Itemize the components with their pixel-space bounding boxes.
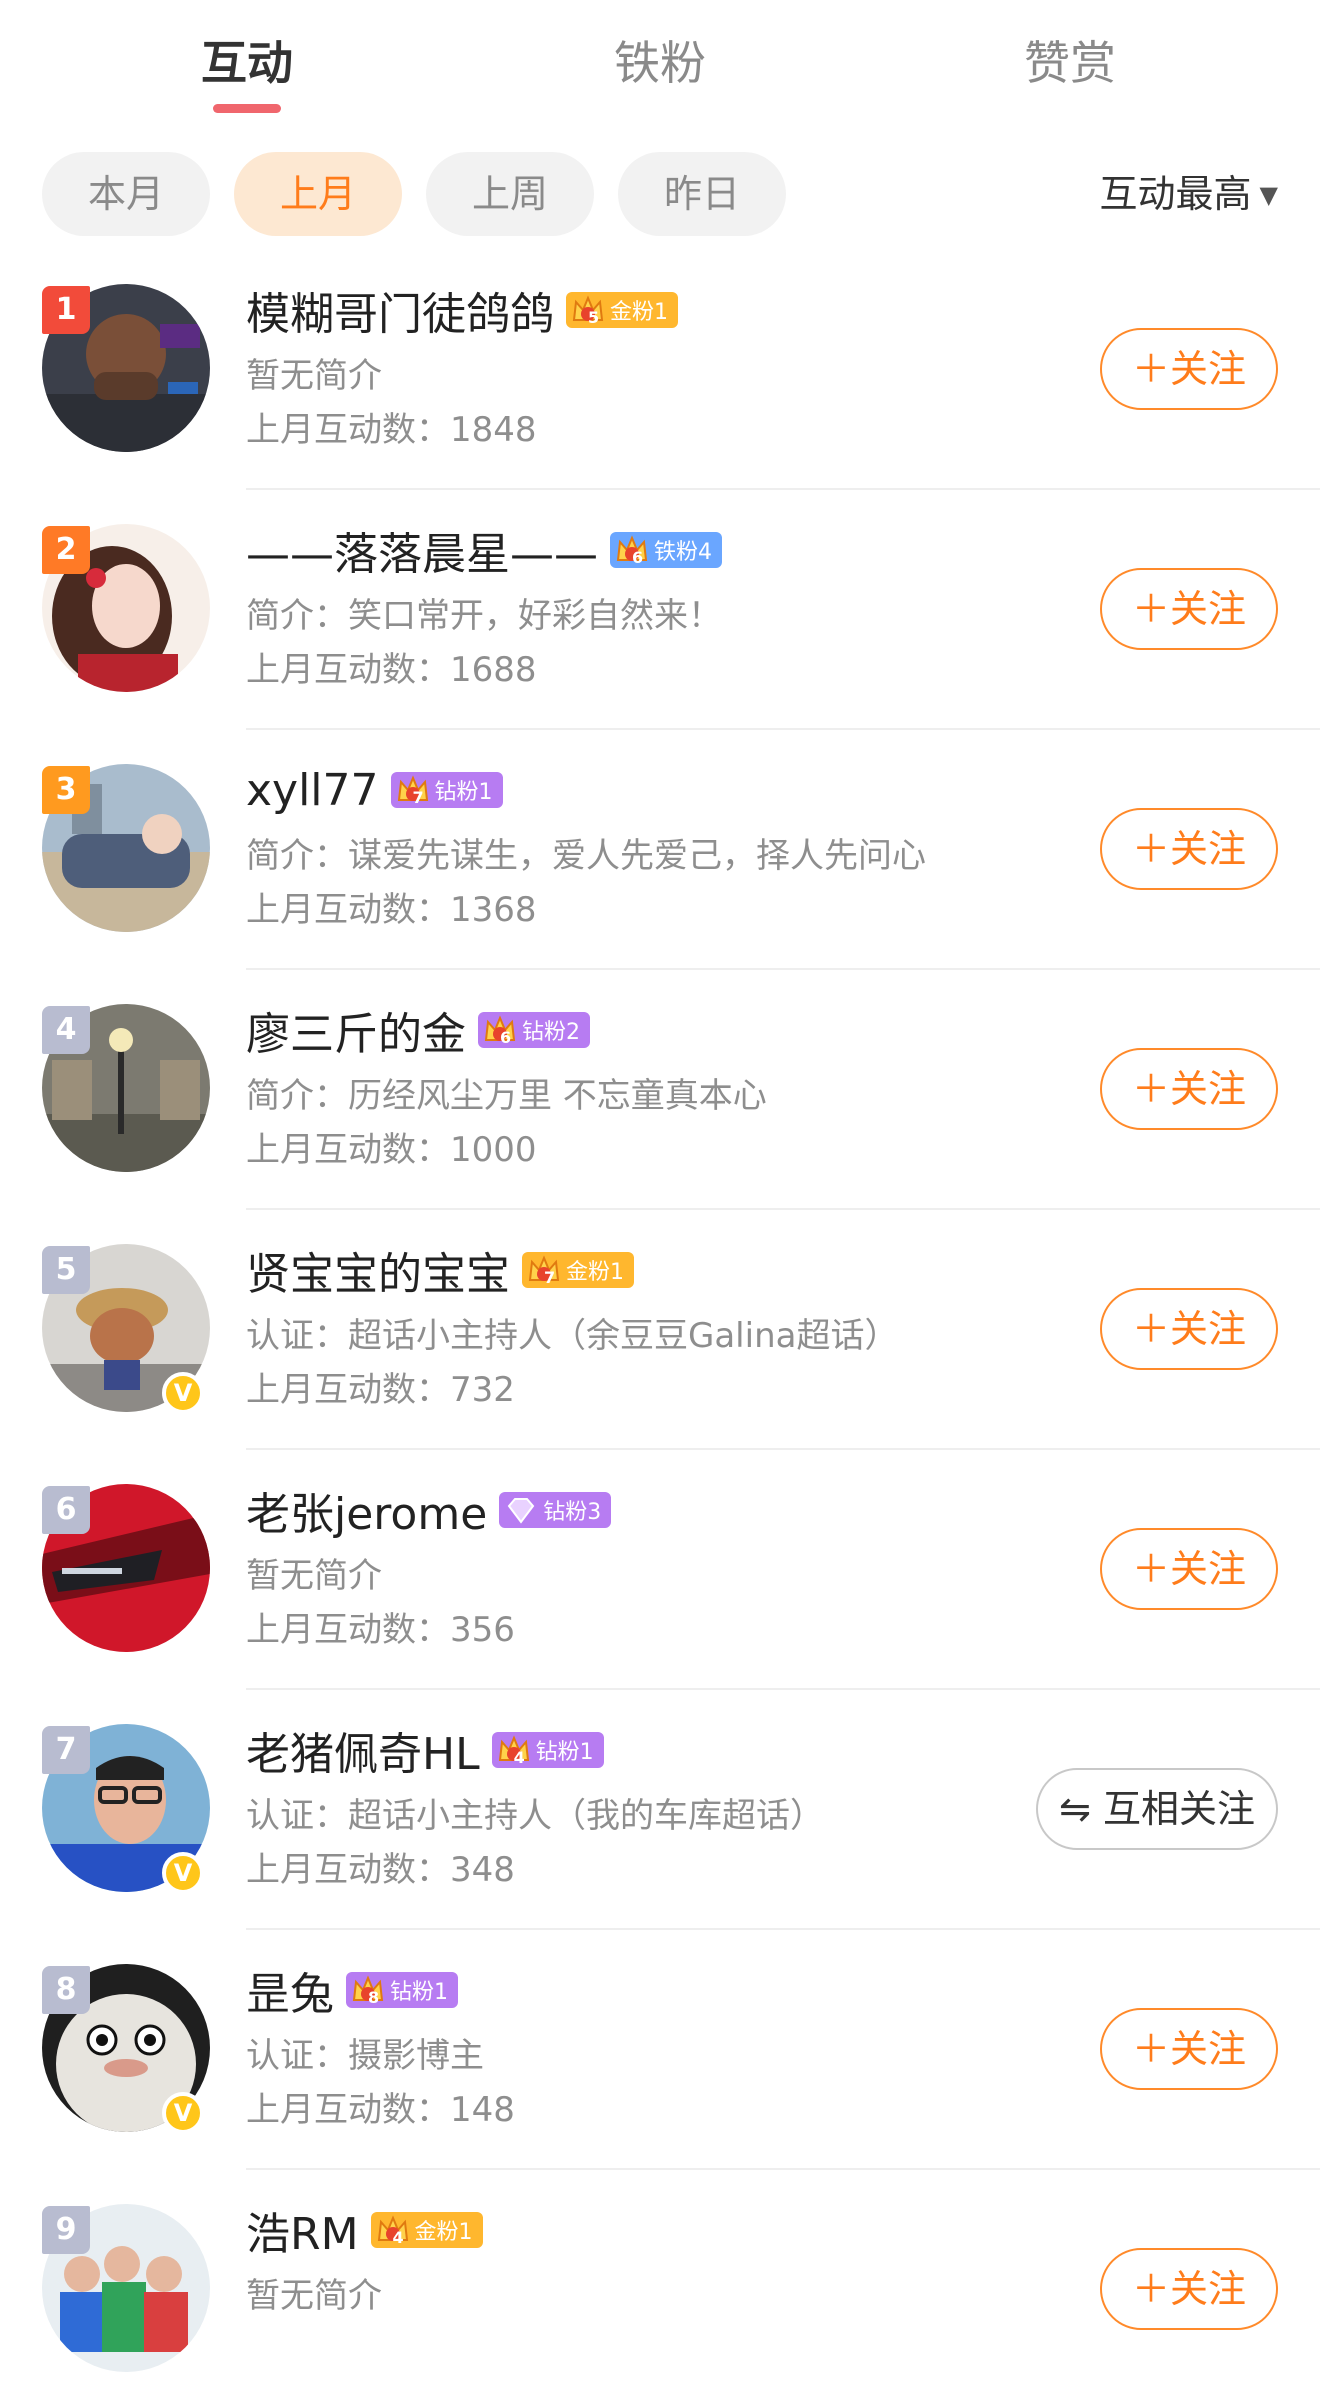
- filter-this-month[interactable]: 本月: [42, 152, 210, 236]
- fan-badge-label: 铁粉4: [654, 540, 712, 565]
- interaction-count: 上月互动数：1848: [246, 410, 537, 450]
- fan-badge: 5 金粉1: [566, 292, 678, 328]
- follow-button[interactable]: ＋关注: [1100, 328, 1278, 410]
- follow-button[interactable]: ＋关注: [1100, 2248, 1278, 2330]
- user-name[interactable]: xyll77: [246, 765, 379, 816]
- rank-badge: 9: [42, 2206, 90, 2254]
- mutual-follow-button[interactable]: ⇋ 互相关注: [1036, 1768, 1278, 1850]
- follow-button[interactable]: ＋关注: [1100, 808, 1278, 890]
- fan-badge-label: 金粉1: [566, 1260, 624, 1285]
- follow-button[interactable]: ＋关注: [1100, 1288, 1278, 1370]
- filter-yesterday[interactable]: 昨日: [618, 152, 786, 236]
- list-item[interactable]: 8 V 昰兔 8 钻粉1 认证：摄影博主 上月互动数：148 ＋关注: [0, 1920, 1320, 2170]
- user-name[interactable]: 老猪佩奇HL: [246, 1718, 480, 1782]
- follow-button[interactable]: ＋关注: [1100, 1048, 1278, 1130]
- follow-button[interactable]: ＋关注: [1100, 2008, 1278, 2090]
- rank-badge: 2: [42, 526, 90, 574]
- interaction-count: 上月互动数：348: [246, 1850, 515, 1890]
- interaction-count: 上月互动数：148: [246, 2090, 515, 2130]
- interaction-count: 上月互动数：732: [246, 1370, 515, 1410]
- rank-badge: 7: [42, 1726, 90, 1774]
- crown-icon: 8: [350, 1972, 386, 2008]
- verified-icon: V: [162, 2092, 204, 2134]
- tab-tips[interactable]: 赞赏: [970, 28, 1170, 98]
- user-intro: 暂无简介: [246, 356, 382, 396]
- fan-badge-label: 金粉1: [414, 2220, 473, 2245]
- user-intro: 简介：笑口常开，好彩自然来！: [246, 596, 722, 636]
- user-intro: 简介：历经风尘万里 不忘童真本心: [246, 1076, 767, 1116]
- crown-icon: 4: [375, 2212, 411, 2248]
- user-name[interactable]: 贤宝宝的宝宝: [246, 1238, 510, 1302]
- crown-icon: 5: [570, 292, 606, 328]
- user-name[interactable]: 模糊哥门徒鸽鸽: [246, 278, 554, 342]
- fan-badge-label: 钻粉2: [522, 1020, 580, 1045]
- filter-last-week[interactable]: 上周: [426, 152, 594, 236]
- user-intro: 暂无简介: [246, 2276, 382, 2316]
- user-name[interactable]: 浩RM: [246, 2198, 359, 2262]
- list-item[interactable]: 2 ——落落晨星—— 6 铁粉4 简介：笑口常开，好彩自然来！ 上月互动数：16…: [0, 480, 1320, 730]
- fan-badge-label: 钻粉3: [543, 1500, 602, 1525]
- rank-badge: 6: [42, 1486, 90, 1534]
- crown-icon: 7: [526, 1252, 562, 1288]
- rank-badge: 4: [42, 1006, 90, 1054]
- diamond-icon: [503, 1492, 539, 1528]
- interaction-count: 上月互动数：1368: [246, 890, 537, 930]
- user-intro: 暂无简介: [246, 1556, 382, 1596]
- list-item[interactable]: 6 老张jerome 钻粉3 暂无简介 上月互动数：356 ＋关注: [0, 1440, 1320, 1690]
- sort-dropdown[interactable]: 互动最高 ▼: [1100, 152, 1278, 236]
- follow-button[interactable]: ＋关注: [1100, 568, 1278, 650]
- user-name[interactable]: 廖三斤的金: [246, 998, 466, 1062]
- top-tab-bar: 互动 铁粉 赞赏: [0, 0, 1320, 135]
- interaction-count: 上月互动数：1000: [246, 1130, 537, 1170]
- user-name[interactable]: ——落落晨星——: [246, 518, 598, 582]
- interaction-count: 上月互动数：356: [246, 1610, 515, 1650]
- user-name[interactable]: 昰兔: [246, 1958, 334, 2022]
- user-intro: 认证：摄影博主: [246, 2036, 484, 2076]
- verified-icon: V: [162, 1372, 204, 1414]
- filter-last-month[interactable]: 上月: [234, 152, 402, 236]
- user-intro: 简介：谋爱先谋生，爱人先爱己，择人先问心: [246, 836, 926, 876]
- sort-label: 互动最高: [1099, 172, 1252, 216]
- list-item[interactable]: 5 V 贤宝宝的宝宝 7 金粉1 认证：超话小主持人（余豆豆Galina超话） …: [0, 1200, 1320, 1450]
- caret-down-icon: ▼: [1259, 181, 1278, 209]
- fan-badge: 6 钻粉2: [478, 1012, 590, 1048]
- fan-badge: 钻粉3: [499, 1492, 612, 1528]
- crown-icon: 6: [614, 532, 650, 568]
- fan-badge: 4 金粉1: [370, 2212, 483, 2248]
- fan-badge: 6 铁粉4: [610, 532, 722, 568]
- fan-badge: 7 钻粉1: [390, 772, 503, 808]
- rank-badge: 5: [42, 1246, 90, 1294]
- crown-icon: 6: [482, 1012, 518, 1048]
- list-item[interactable]: 1 模糊哥门徒鸽鸽 5 金粉1 暂无简介 上月互动数：1848 ＋关注: [0, 240, 1320, 490]
- verified-icon: V: [162, 1852, 204, 1894]
- fan-badge-label: 钻粉1: [535, 1740, 594, 1765]
- rank-badge: 3: [42, 766, 90, 814]
- crown-icon: 4: [496, 1732, 532, 1768]
- active-tab-indicator: [213, 104, 281, 113]
- fan-badge-label: 钻粉1: [434, 780, 493, 805]
- rank-badge: 8: [42, 1966, 90, 2014]
- tab-iron-fans[interactable]: 铁粉: [560, 28, 760, 98]
- user-name[interactable]: 老张jerome: [246, 1478, 487, 1542]
- fan-badge-label: 金粉1: [610, 300, 668, 325]
- rank-badge: 1: [42, 286, 90, 334]
- crown-icon: 7: [395, 772, 431, 808]
- time-filter-bar: 本月 上月 上周 昨日 互动最高 ▼: [0, 152, 1320, 236]
- list-item[interactable]: 7 V 老猪佩奇HL 4 钻粉1 认证：超话小主持人（我的车库超话） 上月互动数…: [0, 1680, 1320, 1930]
- tab-interaction[interactable]: 互动: [147, 28, 347, 98]
- list-item[interactable]: 4 廖三斤的金 6 钻粉2 简介：历经风尘万里 不忘童真本心 上月互动数：100…: [0, 960, 1320, 1210]
- list-item[interactable]: 9 浩RM 4 金粉1 暂无简介 ＋关注: [0, 2160, 1320, 2400]
- fan-badge: 8 钻粉1: [346, 1972, 458, 2008]
- fan-badge: 4 钻粉1: [491, 1732, 604, 1768]
- follow-button[interactable]: ＋关注: [1100, 1528, 1278, 1610]
- fan-badge: 7 金粉1: [522, 1252, 634, 1288]
- list-item[interactable]: 3 xyll77 7 钻粉1 简介：谋爱先谋生，爱人先爱己，择人先问心 上月互动…: [0, 720, 1320, 970]
- interaction-count: 上月互动数：1688: [246, 650, 537, 690]
- user-intro: 认证：超话小主持人（余豆豆Galina超话）: [246, 1316, 899, 1356]
- user-intro: 认证：超话小主持人（我的车库超话）: [246, 1796, 824, 1836]
- fan-badge-label: 钻粉1: [390, 1980, 448, 2005]
